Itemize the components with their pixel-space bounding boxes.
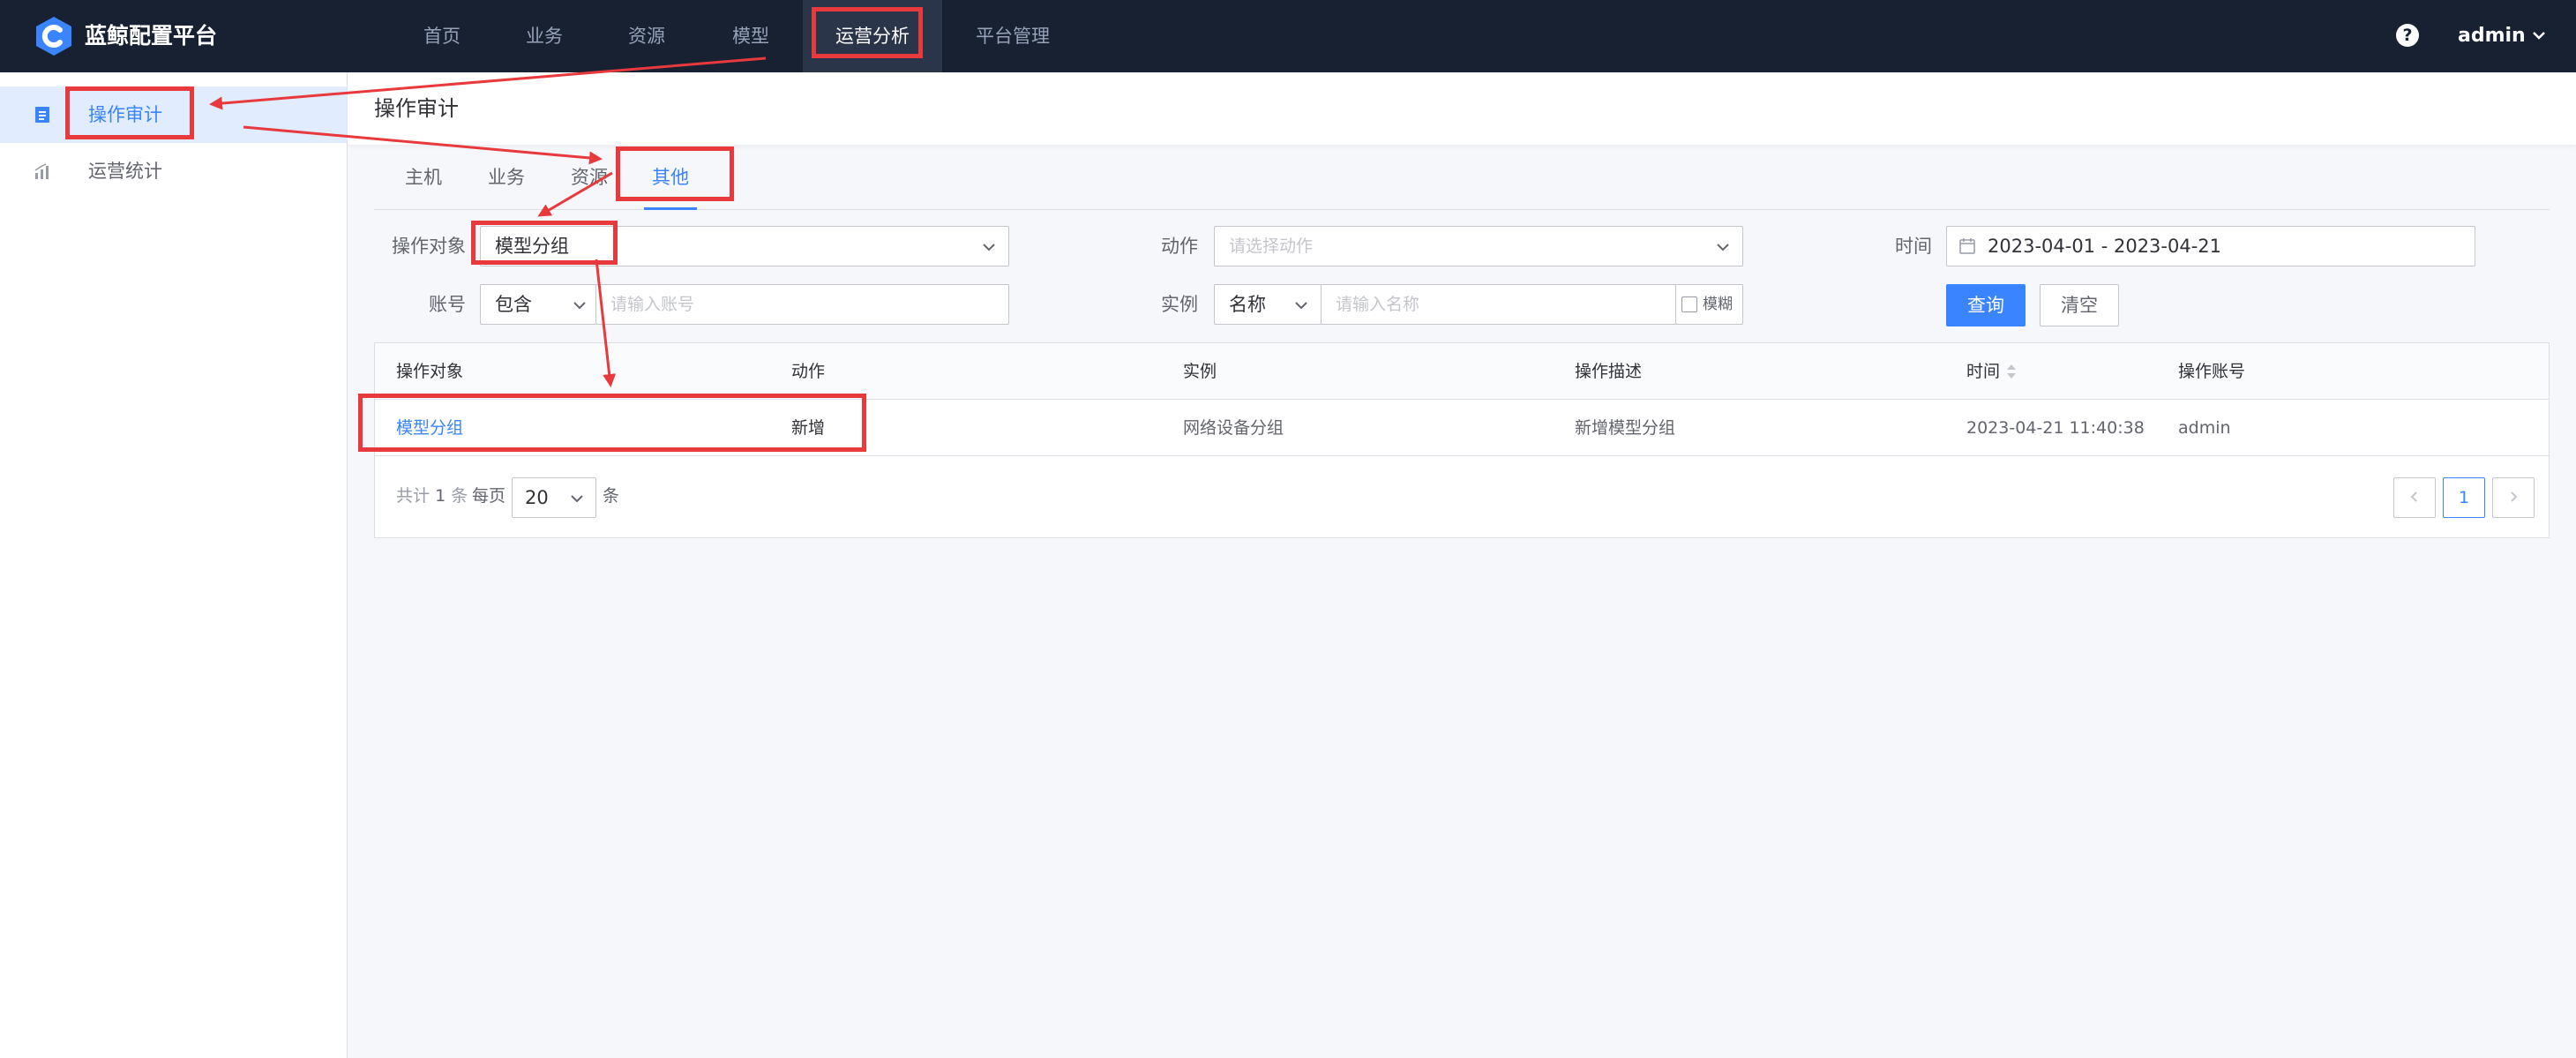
sidebar: 操作审计 运营统计 [0, 72, 348, 1058]
action-select-placeholder: 请选择动作 [1229, 236, 1314, 256]
table-header: 操作对象 动作 实例 操作描述 时间 操作账号 [375, 343, 2549, 400]
row-account: admin [2178, 418, 2231, 438]
action-select[interactable]: 请选择动作 [1214, 226, 1743, 266]
annotation-highlight [65, 86, 194, 139]
nav-business[interactable]: 业务 [505, 0, 584, 72]
column-header: 动作 [791, 362, 826, 381]
account-mode-value: 包含 [495, 294, 532, 315]
chevron-down-icon[interactable] [2528, 22, 2550, 49]
annotation-highlight [358, 394, 866, 452]
total-suffix: 条 [451, 486, 468, 506]
sidebar-item-operation-statistics[interactable]: 运营统计 [0, 143, 348, 199]
instance-mode-value: 名称 [1229, 294, 1266, 315]
fuzzy-label: 模糊 [1703, 296, 1733, 313]
chevron-down-icon[interactable] [1715, 242, 1731, 252]
per-page-label: 每页 [472, 486, 506, 506]
chevron-right-icon [2511, 491, 2518, 502]
sidebar-item-label: 运营统计 [88, 161, 162, 182]
fuzzy-checkbox[interactable] [1681, 296, 1697, 312]
calendar-icon [1959, 238, 1975, 254]
column-header: 操作账号 [2178, 362, 2246, 381]
column-header: 操作对象 [396, 362, 464, 381]
time-range-picker[interactable]: 2023-04-01 - 2023-04-21 [1946, 226, 2475, 266]
annotation-highlight [812, 7, 923, 58]
total-prefix: 共计 [396, 486, 431, 506]
instance-input-placeholder: 请输入名称 [1336, 295, 1420, 314]
column-header: 操作描述 [1575, 362, 1643, 381]
clear-button[interactable]: 清空 [2040, 284, 2119, 326]
help-icon[interactable]: ? [2396, 24, 2419, 47]
document-icon [35, 107, 49, 123]
user-menu[interactable]: admin [2458, 19, 2526, 53]
bar-chart-icon [34, 163, 49, 179]
time-range-value: 2023-04-01 - 2023-04-21 [1988, 236, 2222, 257]
tab-host[interactable]: 主机 [397, 155, 450, 210]
nav-platform-management[interactable]: 平台管理 [963, 0, 1062, 72]
app-logo-icon[interactable] [34, 16, 74, 56]
account-input-placeholder: 请输入账号 [610, 295, 695, 314]
sort-icon[interactable] [2005, 363, 2018, 380]
per-page-suffix: 条 [603, 486, 620, 506]
nav-model[interactable]: 模型 [711, 0, 790, 72]
chevron-down-icon[interactable] [572, 300, 588, 311]
object-label: 操作对象 [392, 236, 466, 257]
page-number-button[interactable]: 1 [2443, 477, 2485, 518]
prev-page-button[interactable] [2393, 477, 2436, 518]
chevron-down-icon[interactable] [981, 242, 997, 252]
tab-resource[interactable]: 资源 [563, 155, 616, 210]
annotation-highlight [471, 221, 618, 265]
nav-resource[interactable]: 资源 [607, 0, 686, 72]
chevron-down-icon[interactable] [1293, 300, 1309, 311]
column-header: 实例 [1183, 362, 1217, 381]
row-description: 新增模型分组 [1575, 418, 1676, 438]
time-label: 时间 [1895, 236, 1932, 257]
next-page-button[interactable] [2492, 477, 2535, 518]
action-label: 动作 [1161, 236, 1198, 257]
total-count: 1 [435, 486, 446, 506]
pagination-summary: 共计 1 条 [396, 476, 468, 516]
chevron-left-icon [2410, 491, 2417, 502]
per-page-value: 20 [525, 487, 549, 508]
top-navigation: 蓝鲸配置平台 首页 业务 资源 模型 运营分析 平台管理 ? admin [0, 0, 2576, 72]
column-header-time[interactable]: 时间 [1966, 343, 2000, 400]
tab-business[interactable]: 业务 [480, 155, 533, 210]
row-instance: 网络设备分组 [1183, 418, 1284, 438]
page-title: 操作审计 [374, 96, 459, 121]
instance-input[interactable]: 请输入名称 [1321, 284, 1676, 325]
annotation-highlight [616, 146, 734, 201]
chevron-down-icon[interactable] [569, 493, 585, 504]
app-brand[interactable]: 蓝鲸配置平台 [85, 19, 217, 53]
query-button[interactable]: 查询 [1946, 284, 2026, 326]
nav-home[interactable]: 首页 [402, 0, 482, 72]
row-time: 2023-04-21 11:40:38 [1966, 418, 2145, 438]
page-header: 操作审计 [348, 72, 2576, 145]
account-input[interactable]: 请输入账号 [595, 284, 1009, 325]
account-label: 账号 [429, 294, 466, 315]
instance-label: 实例 [1161, 294, 1198, 315]
